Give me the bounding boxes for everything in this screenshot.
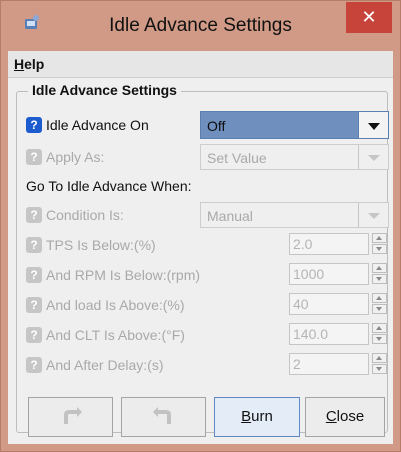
arrow-down-icon bbox=[376, 367, 382, 371]
help-icon: ? bbox=[26, 327, 42, 343]
arrow-down-icon bbox=[376, 277, 382, 281]
arrow-down-icon bbox=[376, 247, 382, 251]
help-icon: ? bbox=[26, 237, 42, 253]
rpm-below-field: 1000 bbox=[289, 263, 369, 285]
spin-down-button bbox=[372, 274, 387, 284]
arrow-up-icon bbox=[376, 266, 382, 270]
condition-is-label: Condition Is: bbox=[46, 207, 124, 223]
arrow-up-icon bbox=[376, 236, 382, 240]
spin-up-button bbox=[372, 233, 387, 243]
help-icon[interactable]: ? bbox=[26, 117, 42, 133]
redo-button bbox=[121, 397, 206, 437]
settings-group-border bbox=[16, 91, 388, 433]
arrow-down-icon bbox=[376, 307, 382, 311]
idle-advance-on-label: Idle Advance On bbox=[46, 117, 149, 133]
help-icon: ? bbox=[26, 357, 42, 373]
go-to-idle-advance-label: Go To Idle Advance When: bbox=[26, 178, 192, 194]
menu-bar: Help bbox=[8, 51, 393, 78]
spin-up-button bbox=[372, 263, 387, 273]
settings-group-title: Idle Advance Settings bbox=[28, 82, 181, 98]
spin-up-button bbox=[372, 323, 387, 333]
burn-button[interactable]: Burn bbox=[214, 397, 300, 437]
clt-above-field: 140.0 bbox=[289, 323, 369, 345]
after-delay-label: And After Delay:(s) bbox=[46, 357, 164, 373]
dialog-content: Help Idle Advance Settings ? Idle Advanc… bbox=[8, 51, 393, 444]
load-above-label: And load Is Above:(%) bbox=[46, 297, 185, 313]
arrow-up-icon bbox=[376, 356, 382, 360]
dropdown-arrow-button[interactable] bbox=[358, 112, 388, 138]
help-icon: ? bbox=[26, 207, 42, 223]
undo-icon bbox=[63, 407, 82, 424]
arrow-down-icon bbox=[376, 337, 382, 341]
redo-icon bbox=[152, 407, 171, 424]
close-button[interactable]: Close bbox=[305, 397, 385, 437]
apply-as-label: Apply As: bbox=[46, 149, 105, 165]
undo-button bbox=[28, 397, 113, 437]
spin-up-button bbox=[372, 353, 387, 363]
help-icon: ? bbox=[26, 267, 42, 283]
idle-advance-on-value: Off bbox=[207, 118, 226, 134]
tps-below-spinner: 2.0 bbox=[289, 233, 387, 255]
tps-below-field: 2.0 bbox=[289, 233, 369, 255]
condition-is-dropdown: Manual bbox=[200, 202, 389, 228]
title-bar[interactable]: Idle Advance Settings ✕ bbox=[1, 1, 400, 51]
rpm-below-label: And RPM Is Below:(rpm) bbox=[46, 267, 201, 283]
after-delay-field: 2 bbox=[289, 353, 369, 375]
spin-up-button bbox=[372, 293, 387, 303]
rpm-below-spinner: 1000 bbox=[289, 263, 387, 285]
help-icon: ? bbox=[26, 297, 42, 313]
chevron-down-icon bbox=[368, 213, 380, 219]
load-above-spinner: 40 bbox=[289, 293, 387, 315]
condition-is-value: Manual bbox=[207, 208, 253, 224]
after-delay-spinner: 2 bbox=[289, 353, 387, 375]
idle-advance-on-dropdown[interactable]: Off bbox=[200, 111, 389, 139]
apply-as-value: Set Value bbox=[207, 150, 267, 166]
spin-down-button bbox=[372, 334, 387, 344]
dropdown-arrow-button bbox=[358, 145, 388, 169]
chevron-down-icon bbox=[368, 155, 380, 161]
dropdown-arrow-button bbox=[358, 203, 388, 227]
apply-as-dropdown: Set Value bbox=[200, 144, 389, 170]
tps-below-label: TPS Is Below:(%) bbox=[46, 237, 156, 253]
spin-down-button bbox=[372, 244, 387, 254]
window-close-button[interactable]: ✕ bbox=[346, 2, 392, 33]
window-title: Idle Advance Settings bbox=[109, 15, 292, 36]
menu-help[interactable]: Help bbox=[14, 56, 44, 72]
clt-above-label: And CLT Is Above:(°F) bbox=[46, 327, 185, 343]
spin-down-button bbox=[372, 364, 387, 374]
dialog-window: Idle Advance Settings ✕ Help Idle Advanc… bbox=[0, 0, 401, 452]
arrow-up-icon bbox=[376, 326, 382, 330]
clt-above-spinner: 140.0 bbox=[289, 323, 387, 345]
load-above-field: 40 bbox=[289, 293, 369, 315]
arrow-up-icon bbox=[376, 296, 382, 300]
help-icon: ? bbox=[26, 149, 42, 165]
chevron-down-icon bbox=[368, 123, 380, 130]
spin-down-button bbox=[372, 304, 387, 314]
